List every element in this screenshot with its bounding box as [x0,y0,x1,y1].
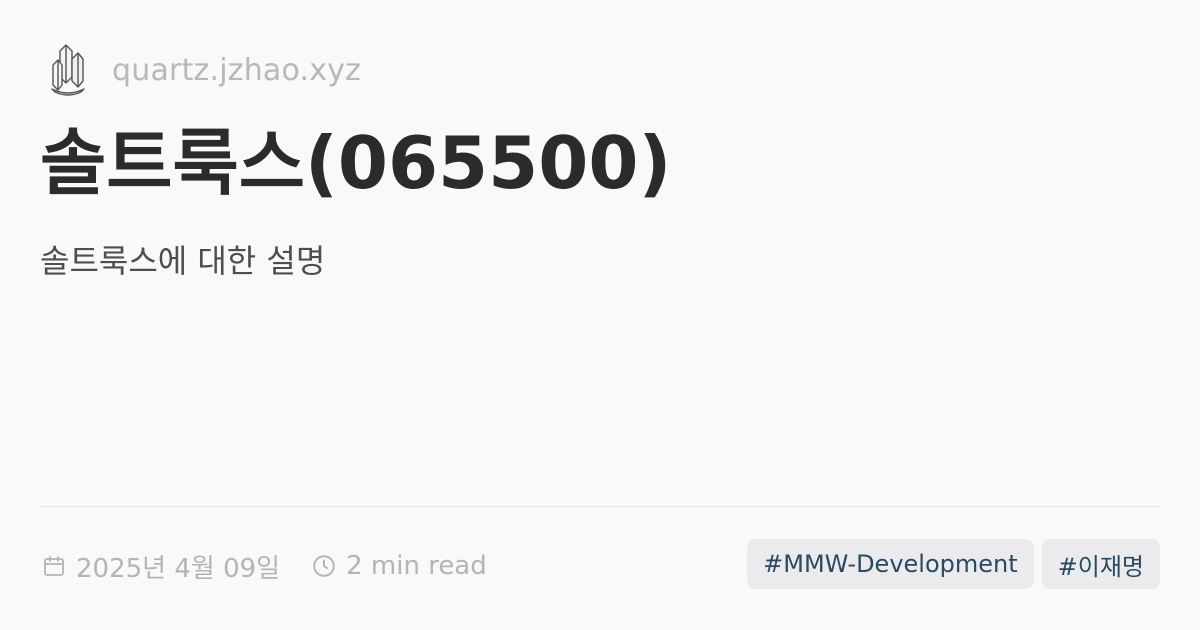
date-meta: 2025년 4월 09일 [40,548,280,585]
quartz-crystal-icon [46,42,90,98]
publish-date: 2025년 4월 09일 [76,553,281,584]
page-title: 솔트룩스(065500) [40,121,672,205]
page-meta: 2025년 4월 09일 2 min read [40,546,487,586]
tag-lee-jae-myung[interactable]: #이재명 [1041,539,1160,589]
site-url[interactable]: quartz.jzhao.xyz [112,53,361,88]
divider [40,506,1160,507]
reading-time-meta: 2 min read [310,551,487,581]
page-description: 솔트룩스에 대한 설명 [40,242,326,280]
tag-list: #MMW-Development #이재명 [747,539,1160,589]
tag-mmw-development[interactable]: #MMW-Development [747,539,1034,589]
calendar-icon [40,552,68,580]
reading-time: 2 min read [346,551,487,581]
clock-icon [310,552,338,580]
site-header: quartz.jzhao.xyz [46,40,361,100]
